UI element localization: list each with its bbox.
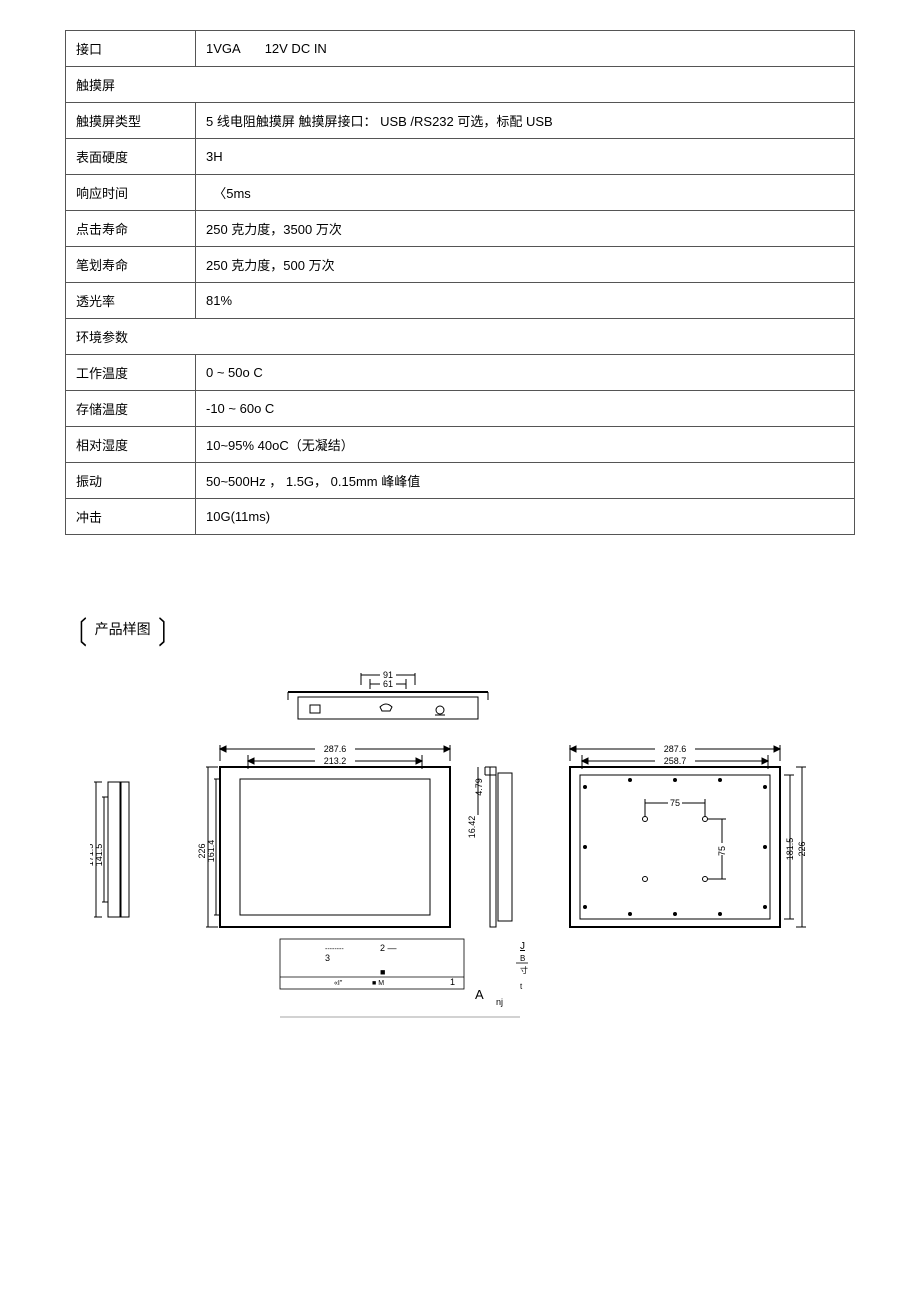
cell-label: 表面硬度 bbox=[66, 139, 196, 175]
caption-text: ■ bbox=[380, 967, 385, 977]
section-title: 产品样图 bbox=[91, 617, 155, 641]
cell-label: 响应时间 bbox=[66, 175, 196, 211]
dim-label: 75 bbox=[717, 846, 727, 856]
cell-label: 冲击 bbox=[66, 499, 196, 535]
table-row: 表面硬度 3H bbox=[66, 139, 855, 175]
table-row: 笔划寿命 250 克力度，500 万次 bbox=[66, 247, 855, 283]
table-row: 点击寿命 250 克力度，3500 万次 bbox=[66, 211, 855, 247]
caption-text: «I" bbox=[334, 980, 343, 987]
table-row: 振动 50~500Hz ， 1.5G， 0.15mm 峰峰值 bbox=[66, 463, 855, 499]
section-title-wrap: 〔 产品样图 〕 bbox=[65, 615, 855, 647]
dim-label: 16.42 bbox=[467, 816, 477, 839]
table-section-row: 环境参数 bbox=[66, 319, 855, 355]
caption-text: A bbox=[475, 987, 484, 1002]
cell-value: 〈5ms bbox=[196, 175, 855, 211]
caption-text: J bbox=[520, 941, 525, 952]
drawing-top-view: 91 61 bbox=[110, 667, 810, 727]
caption-text: B bbox=[520, 954, 525, 963]
technical-drawing: 91 61 bbox=[65, 667, 855, 1027]
drawing-title-block: -------- 2 — 3 ■ «I" ■ M 1 A nj J B 寸 t bbox=[220, 937, 700, 1027]
cell-value: -10 ~ 60o C bbox=[196, 391, 855, 427]
dim-label: 287.6 bbox=[324, 744, 347, 754]
cell-label: 振动 bbox=[66, 463, 196, 499]
caption-text: 3 bbox=[325, 953, 330, 963]
section-cell: 触摸屏 bbox=[66, 67, 855, 103]
dim-label: 161.4 bbox=[206, 840, 216, 863]
section-cell: 环境参数 bbox=[66, 319, 855, 355]
table-row: 透光率 81% bbox=[66, 283, 855, 319]
cell-label: 工作温度 bbox=[66, 355, 196, 391]
caption-text: nj bbox=[496, 997, 503, 1007]
dim-label: 4.79 bbox=[474, 778, 484, 796]
dim-label: 213.2 bbox=[324, 756, 347, 766]
bracket-left-icon: 〔 bbox=[65, 609, 87, 654]
cell-value: 10G(11ms) bbox=[196, 499, 855, 535]
dim-label: 287.6 bbox=[664, 744, 687, 754]
drawing-main-views: 171.5 141.5 287.6 213 bbox=[90, 727, 830, 937]
cell-label: 透光率 bbox=[66, 283, 196, 319]
dim-label: 61 bbox=[383, 679, 393, 689]
svg-text:■ M: ■ M bbox=[372, 980, 384, 987]
cell-value: 250 克力度，3500 万次 bbox=[196, 211, 855, 247]
table-row: 相对湿度 10~95% 40oC（无凝结） bbox=[66, 427, 855, 463]
cell-label: 存储温度 bbox=[66, 391, 196, 427]
cell-value: 250 克力度，500 万次 bbox=[196, 247, 855, 283]
caption-text: t bbox=[520, 982, 523, 991]
cell-value: 0 ~ 50o C bbox=[196, 355, 855, 391]
caption-text: 2 — bbox=[380, 943, 397, 953]
cell-value: 81% bbox=[196, 283, 855, 319]
caption-text: 1 bbox=[450, 977, 455, 987]
cell-label: 相对湿度 bbox=[66, 427, 196, 463]
dim-label: 226 bbox=[797, 841, 807, 856]
table-row: 接口 1VGA 12V DC IN bbox=[66, 31, 855, 67]
cell-value: 5 线电阻触摸屏 触摸屏接口： USB /RS232 可选，标配 USB bbox=[196, 103, 855, 139]
cell-value: 50~500Hz ， 1.5G， 0.15mm 峰峰值 bbox=[196, 463, 855, 499]
dim-label: 258.7 bbox=[664, 756, 687, 766]
caption-text: 寸 bbox=[520, 965, 528, 975]
cell-value: 1VGA 12V DC IN bbox=[196, 31, 855, 67]
table-row: 响应时间 〈5ms bbox=[66, 175, 855, 211]
table-row: 触摸屏类型 5 线电阻触摸屏 触摸屏接口： USB /RS232 可选，标配 U… bbox=[66, 103, 855, 139]
cell-value: 3H bbox=[196, 139, 855, 175]
dim-label: 75 bbox=[670, 798, 680, 808]
cell-label: 点击寿命 bbox=[66, 211, 196, 247]
value-part: 1VGA bbox=[206, 41, 241, 56]
table-section-row: 触摸屏 bbox=[66, 67, 855, 103]
bracket-right-icon: 〕 bbox=[158, 609, 180, 654]
cell-label: 笔划寿命 bbox=[66, 247, 196, 283]
table-row: 冲击 10G(11ms) bbox=[66, 499, 855, 535]
dim-label: 181.5 bbox=[785, 838, 795, 861]
table-row: 工作温度 0 ~ 50o C bbox=[66, 355, 855, 391]
cell-label: 触摸屏类型 bbox=[66, 103, 196, 139]
table-row: 存储温度 -10 ~ 60o C bbox=[66, 391, 855, 427]
value-part: 12V DC IN bbox=[265, 41, 327, 56]
dim-label: 141.5 bbox=[94, 844, 104, 867]
spec-table: 接口 1VGA 12V DC IN 触摸屏 触摸屏类型 5 线电阻触摸屏 触摸屏接… bbox=[65, 30, 855, 535]
cell-label: 接口 bbox=[66, 31, 196, 67]
svg-text:--------: -------- bbox=[325, 946, 344, 953]
cell-value: 10~95% 40oC（无凝结） bbox=[196, 427, 855, 463]
